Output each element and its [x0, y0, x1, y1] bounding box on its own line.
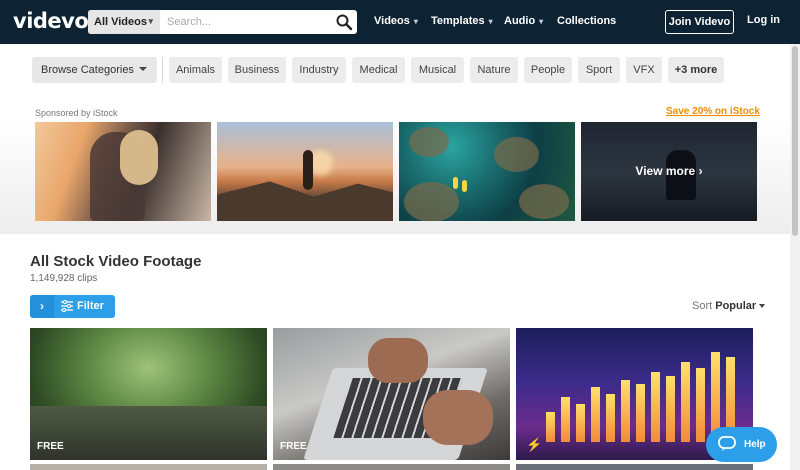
top-navigation-bar: videvo All Videos ▾ Videos▾ Templates▾ A…: [0, 0, 800, 44]
chevron-down-icon: ▾: [539, 17, 544, 26]
chevron-right-icon[interactable]: ›: [30, 295, 54, 318]
browse-categories-label: Browse Categories: [41, 64, 134, 76]
nav-videos-label: Videos: [374, 15, 410, 27]
free-badge: FREE: [280, 441, 307, 452]
view-more-label: View more: [635, 164, 696, 178]
nav-videos[interactable]: Videos ▾: [374, 15, 418, 27]
search-bar: All Videos ▾: [88, 10, 357, 34]
chevron-right-icon: ›: [698, 164, 703, 178]
scrollbar-thumb[interactable]: [792, 46, 798, 236]
sort-dropdown[interactable]: Sort Popular: [692, 300, 766, 312]
filter-button[interactable]: › Filter: [30, 295, 115, 318]
search-scope-label: All Videos: [94, 16, 147, 28]
help-button[interactable]: Help: [706, 427, 777, 462]
filter-label: Filter: [77, 300, 104, 312]
chevron-down-icon: ▾: [148, 16, 153, 26]
sponsored-thumbnail[interactable]: [35, 122, 211, 221]
help-label: Help: [744, 439, 766, 450]
search-icon[interactable]: [335, 13, 353, 31]
join-button[interactable]: Join Videvo: [665, 10, 734, 34]
sliders-icon: [61, 300, 73, 312]
browse-categories-dropdown[interactable]: Browse Categories: [32, 57, 157, 83]
divider: [162, 57, 163, 83]
clip-count: 1,149,928 clips: [30, 273, 98, 284]
caret-down-icon: [759, 304, 766, 309]
chevron-down-icon: ▾: [488, 17, 493, 26]
lightning-icon: ⚡: [526, 437, 543, 452]
category-chip-vfx[interactable]: VFX: [626, 57, 662, 83]
free-badge: FREE: [37, 441, 64, 452]
category-chip-industry[interactable]: Industry: [292, 57, 346, 83]
istock-promo-link[interactable]: Save 20% on iStock: [666, 106, 760, 117]
category-chip-musical[interactable]: Musical: [411, 57, 464, 83]
nav-collections-label: Collections: [557, 15, 617, 27]
sort-value: Popular: [715, 300, 757, 312]
search-input[interactable]: [160, 10, 330, 34]
sponsored-thumbnail[interactable]: [399, 122, 575, 221]
chevron-down-icon: ▾: [413, 17, 418, 26]
nav-audio-label: Audio: [504, 15, 536, 27]
sponsored-thumbnail[interactable]: [217, 122, 393, 221]
sort-label: Sort: [692, 300, 713, 312]
category-chip-animals[interactable]: Animals: [169, 57, 222, 83]
sponsored-label: Sponsored by iStock: [35, 108, 118, 118]
chat-bubble-icon: [718, 436, 736, 451]
caret-down-icon: [139, 67, 147, 71]
nav-collections[interactable]: Collections: [557, 15, 616, 27]
view-more-link[interactable]: View more ›: [581, 122, 757, 221]
nav-templates-label: Templates: [431, 15, 485, 27]
category-chip-people[interactable]: People: [524, 57, 572, 83]
video-thumbnail[interactable]: [30, 464, 267, 470]
video-thumbnail[interactable]: FREE: [273, 328, 510, 460]
video-thumbnail[interactable]: [273, 464, 510, 470]
nav-audio[interactable]: Audio ▾: [504, 15, 543, 27]
login-link[interactable]: Log in: [747, 14, 780, 26]
category-chip-medical[interactable]: Medical: [352, 57, 405, 83]
page-title: All Stock Video Footage: [30, 253, 202, 270]
nav-templates[interactable]: Templates ▾: [431, 15, 493, 27]
video-thumbnail[interactable]: [516, 464, 753, 470]
video-thumbnail[interactable]: FREE: [30, 328, 267, 460]
category-chip-nature[interactable]: Nature: [470, 57, 518, 83]
search-scope-dropdown[interactable]: All Videos ▾: [88, 10, 160, 34]
videvo-logo[interactable]: videvo: [13, 9, 89, 33]
category-chip-business[interactable]: Business: [228, 57, 286, 83]
more-categories-button[interactable]: +3 more: [668, 57, 724, 83]
category-chip-sport[interactable]: Sport: [578, 57, 620, 83]
